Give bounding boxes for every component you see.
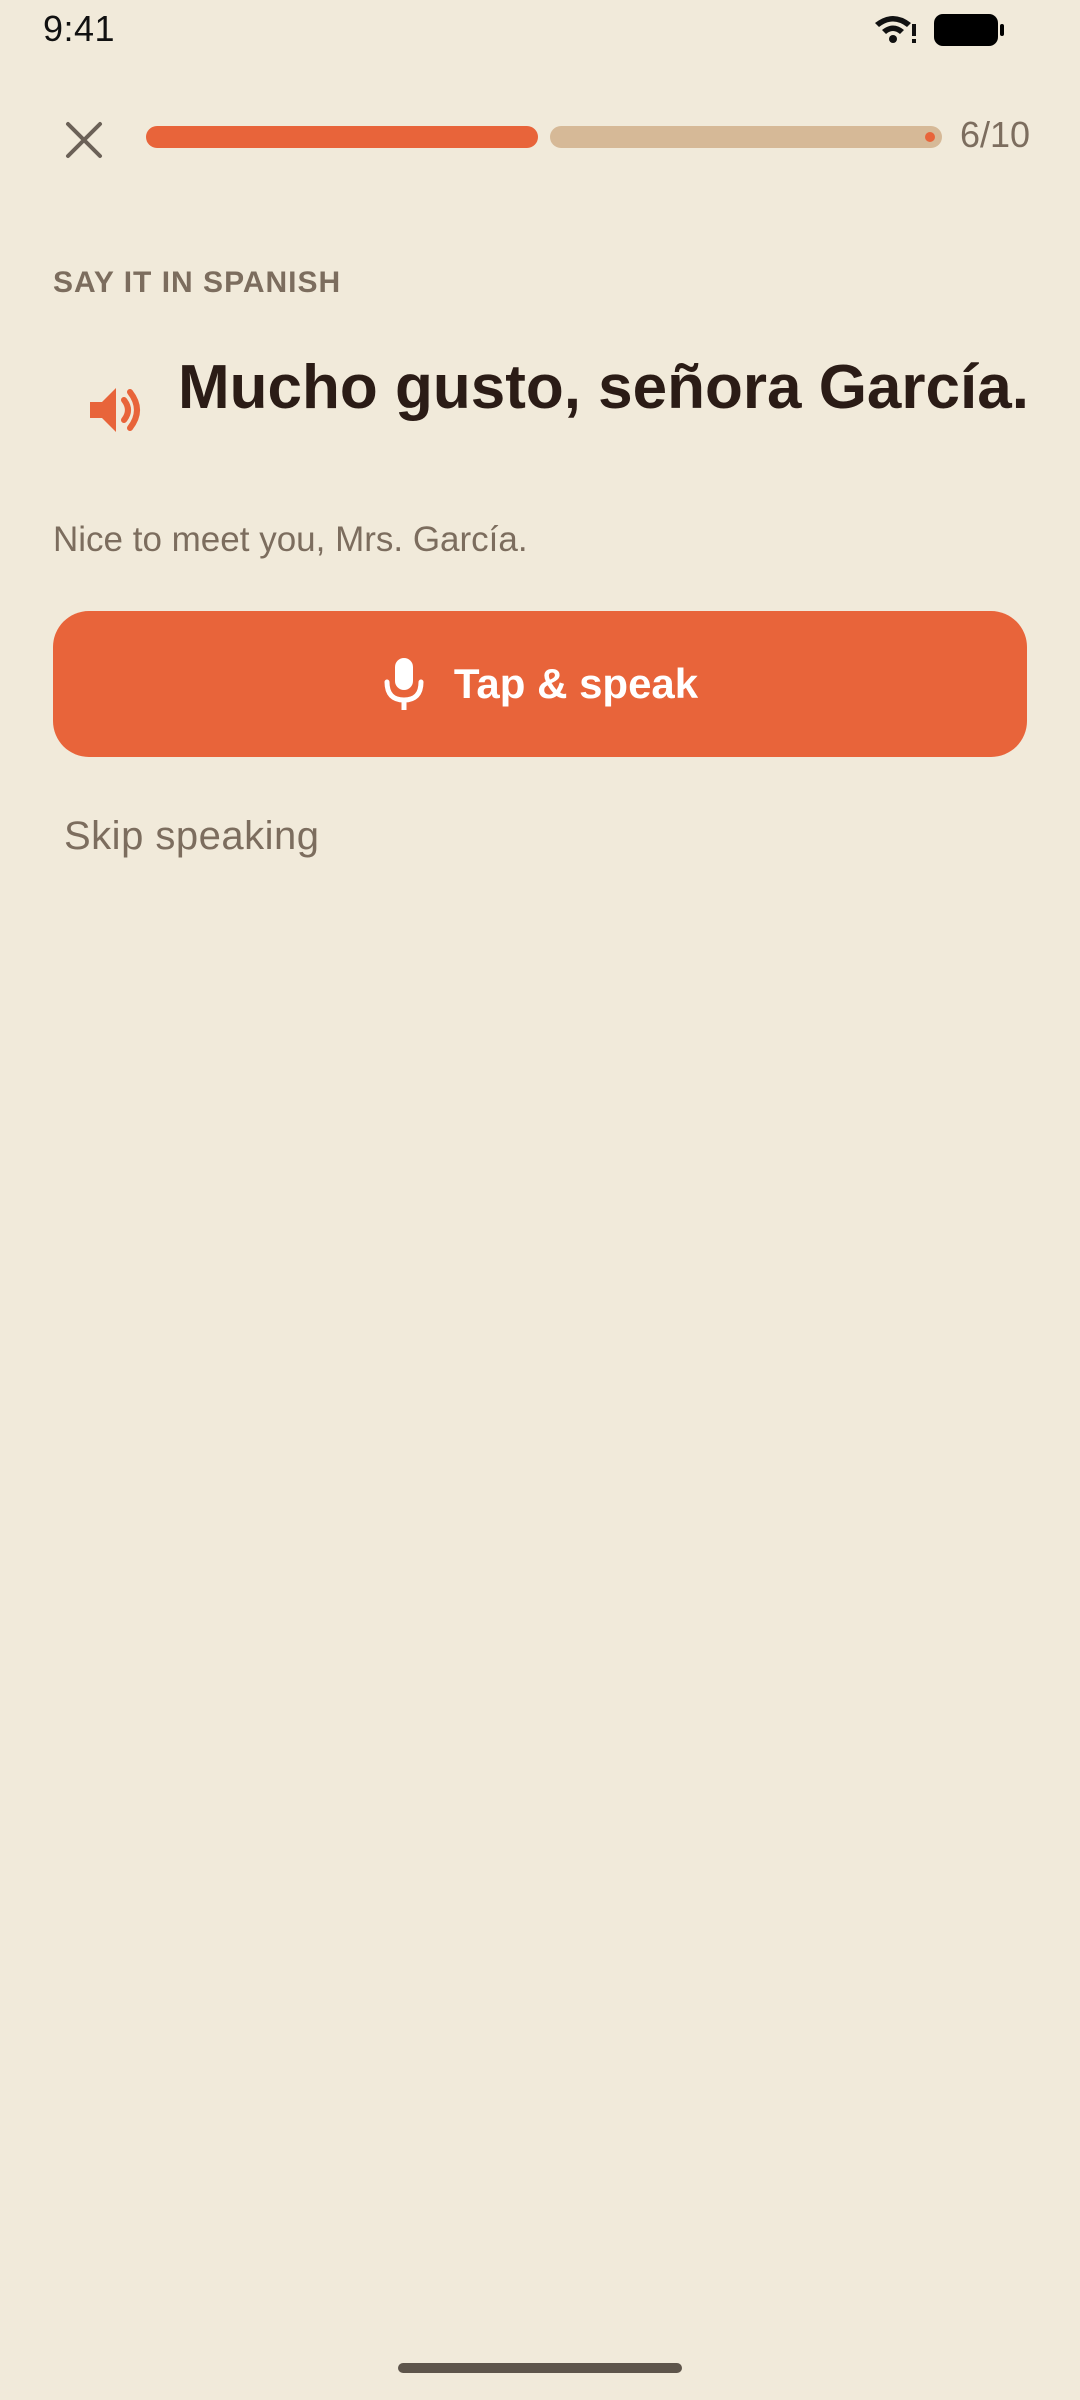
lesson-progress-bar <box>146 126 942 148</box>
prompt-sentence: Mucho gusto, señora García. <box>178 353 1029 422</box>
progress-remaining <box>550 126 942 148</box>
skip-speaking-link[interactable]: Skip speaking <box>64 814 320 859</box>
close-icon <box>66 122 102 158</box>
status-bar: 9:41 <box>0 0 1080 62</box>
translation-text: Nice to meet you, Mrs. García. <box>53 520 528 559</box>
close-button[interactable] <box>54 110 114 170</box>
tap-and-speak-button[interactable]: Tap & speak <box>53 611 1027 757</box>
play-audio-button[interactable] <box>84 378 148 442</box>
wifi-icon <box>875 16 916 43</box>
battery-icon <box>934 14 1004 46</box>
speak-button-label: Tap & speak <box>453 660 699 707</box>
status-time: 9:41 <box>43 8 116 49</box>
microphone-icon <box>384 658 424 710</box>
progress-count: 6/10 <box>960 114 1031 155</box>
exercise-instruction: SAY IT IN SPANISH <box>53 266 342 299</box>
home-indicator[interactable] <box>398 2363 682 2373</box>
progress-completed <box>146 126 538 148</box>
speaker-icon <box>90 388 140 432</box>
progress-end-dot <box>925 132 935 142</box>
